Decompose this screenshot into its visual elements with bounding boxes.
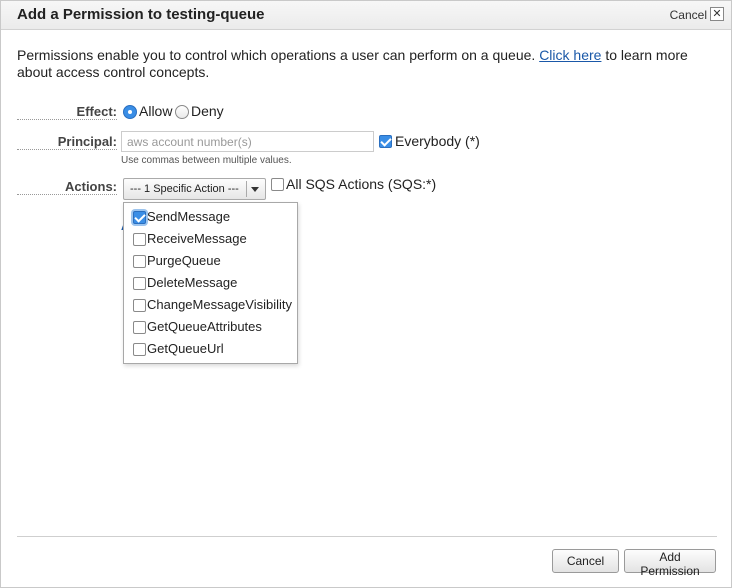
action-checkbox[interactable] (133, 321, 146, 334)
action-option-changemessagevisibility[interactable]: ChangeMessageVisibility (124, 294, 297, 316)
action-option-receivemessage[interactable]: ReceiveMessage (124, 228, 297, 250)
chevron-down-icon (251, 187, 259, 192)
action-option-label: SendMessage (147, 209, 231, 224)
effect-allow-radio[interactable] (123, 105, 137, 119)
learn-more-link[interactable]: Click here (539, 47, 601, 63)
action-checkbox[interactable] (133, 277, 146, 290)
actions-dropdown-list: SendMessage ReceiveMessage PurgeQueue De… (123, 202, 298, 364)
action-option-label: ChangeMessageVisibility (147, 297, 293, 312)
action-checkbox[interactable] (133, 233, 146, 246)
action-option-label: GetQueueUrl (147, 341, 224, 356)
principal-input[interactable] (121, 131, 374, 152)
action-option-label: DeleteMessage (147, 275, 238, 290)
action-option-sendmessage[interactable]: SendMessage (124, 206, 297, 228)
footer-divider (17, 536, 717, 537)
action-option-getqueueattributes[interactable]: GetQueueAttributes (124, 316, 297, 338)
effect-deny-radio[interactable] (175, 105, 189, 119)
action-checkbox[interactable] (133, 255, 146, 268)
permission-dialog: Add a Permission to testing-queue Cancel… (0, 0, 732, 588)
cancel-button[interactable]: Cancel (552, 549, 619, 573)
titlebar-cancel-link[interactable]: Cancel (670, 8, 707, 22)
action-checkbox[interactable] (133, 343, 146, 356)
actions-select[interactable]: --- 1 Specific Action --- (123, 178, 266, 200)
action-option-getqueueurl[interactable]: GetQueueUrl (124, 338, 297, 360)
action-checkbox[interactable] (133, 299, 146, 312)
effect-deny-label[interactable]: Deny (191, 103, 224, 119)
action-option-label: ReceiveMessage (147, 231, 247, 246)
everybody-checkbox[interactable] (379, 135, 392, 148)
action-option-purgequeue[interactable]: PurgeQueue (124, 250, 297, 272)
effect-allow-label[interactable]: Allow (139, 103, 172, 119)
intro-text: Permissions enable you to control which … (17, 47, 717, 81)
dialog-title: Add a Permission to testing-queue (17, 6, 265, 23)
add-permission-button[interactable]: Add Permission (624, 549, 716, 578)
effect-label: Effect: (17, 104, 117, 120)
intro-text-before: Permissions enable you to control which … (17, 47, 540, 63)
principal-hint: Use commas between multiple values. (121, 155, 292, 166)
actions-label: Actions: (17, 179, 117, 195)
principal-label: Principal: (17, 134, 117, 150)
action-option-label: PurgeQueue (147, 253, 221, 268)
actions-select-value: --- 1 Specific Action --- (130, 183, 239, 195)
everybody-label[interactable]: Everybody (*) (395, 133, 480, 149)
action-option-deletemessage[interactable]: DeleteMessage (124, 272, 297, 294)
action-option-label: GetQueueAttributes (147, 319, 262, 334)
action-checkbox[interactable] (133, 211, 146, 224)
all-sqs-actions-label[interactable]: All SQS Actions (SQS:*) (286, 176, 436, 192)
all-sqs-actions-checkbox[interactable] (271, 178, 284, 191)
select-divider (246, 181, 247, 197)
dialog-titlebar: Add a Permission to testing-queue Cancel… (1, 1, 731, 30)
close-icon[interactable]: ✕ (710, 7, 724, 21)
